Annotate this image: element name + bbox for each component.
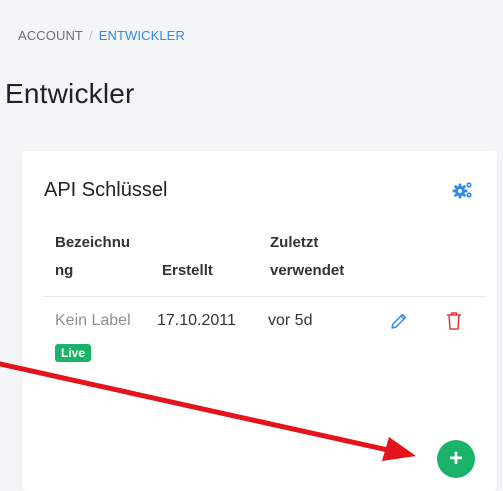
api-keys-card: API Schlüssel Bezeichnu ng Erstellt Zule… (22, 151, 497, 491)
card-title: API Schlüssel (44, 179, 168, 201)
column-header-name-line1: Bezeichnu (55, 234, 131, 251)
breadcrumb-current: ENTWICKLER (98, 28, 185, 43)
settings-gears-icon[interactable] (452, 180, 474, 200)
edit-pencil-icon[interactable] (390, 312, 408, 330)
column-header-created: Erstellt (162, 262, 213, 279)
breadcrumb-account-link[interactable]: ACCOUNT (18, 28, 83, 43)
column-header-name: Bezeichnu ng (55, 229, 135, 285)
page-title: Entwickler (5, 78, 135, 109)
column-header-used-line2: verwendet (270, 262, 345, 279)
row-last-used: vor 5d (268, 312, 313, 329)
column-header-name-line2: ng (55, 262, 74, 279)
column-header-last-used: Zuletzt verwendet (270, 229, 360, 285)
row-created-date: 17.10.2011 (157, 312, 236, 329)
breadcrumb: ACCOUNT / ENTWICKLER (18, 28, 185, 43)
row-label: Kein Label (55, 312, 131, 329)
table-divider (44, 296, 486, 297)
delete-trash-icon[interactable] (446, 311, 462, 331)
live-badge: Live (55, 344, 92, 362)
add-key-button[interactable]: + (437, 440, 475, 478)
breadcrumb-separator: / (88, 28, 93, 43)
column-header-used-line1: Zuletzt (270, 234, 319, 251)
